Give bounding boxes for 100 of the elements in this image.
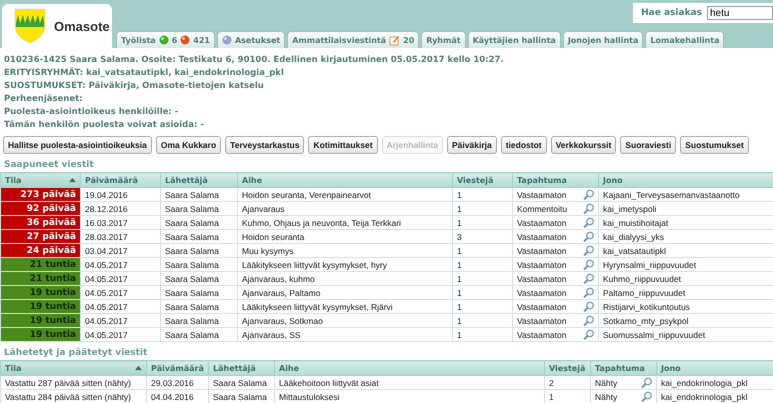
- table-cell: Ajanvaraus, kuhmo: [238, 272, 452, 286]
- table-cell: 1: [452, 216, 512, 230]
- table-cell: Vastaamaton: [517, 330, 566, 340]
- app-name: Omasote: [54, 18, 110, 34]
- table-cell: Vastaamaton: [517, 302, 566, 312]
- search-icon[interactable]: [583, 273, 594, 284]
- info-line: SUOSTUMUKSET: Päiväkirja, Omasote-tietojen katselu: [4, 80, 265, 93]
- search-icon[interactable]: [641, 377, 652, 388]
- action-button[interactable]: Verkkokurssit: [550, 136, 616, 154]
- action-button[interactable]: Suoraviesti: [620, 136, 676, 154]
- status-cell: 19 tuntia: [0, 300, 80, 314]
- table-cell: Vastaamaton: [517, 288, 566, 298]
- column-header[interactable]: Päivämäärä: [146, 360, 208, 376]
- sort-icon: [135, 365, 142, 371]
- nav-tab[interactable]: Työlista 6 421: [116, 31, 215, 48]
- status-cell: 273 päivää: [0, 188, 80, 202]
- table-cell: Ajanvaraus, Paltamo: [238, 286, 452, 300]
- info-line: 010236-1425 Saara Salama. Osoite: Testikatu 6, 90100. Edellinen kirjautuminen 05.05.2017 kello 10:27.: [4, 54, 505, 67]
- table-cell: Lääkehoitoon liittyvät asiat: [274, 376, 544, 390]
- table-cell: Saara Salama: [160, 244, 238, 258]
- action-button[interactable]: Oma Kukkaro: [156, 136, 222, 154]
- table-cell: 2: [544, 376, 590, 390]
- nav-tab[interactable]: Jonojen hallinta: [562, 31, 644, 48]
- status-cell: 36 päivää: [0, 216, 80, 230]
- column-header[interactable]: Päivämäärä: [80, 172, 160, 188]
- column-header[interactable]: Tila: [0, 172, 80, 188]
- search-icon[interactable]: [641, 391, 652, 402]
- table-cell: 04.05.2017: [80, 300, 160, 314]
- ball-icon: [180, 35, 190, 45]
- search-icon[interactable]: [583, 231, 594, 242]
- table-cell: Ajanvaraus: [238, 202, 452, 216]
- table-cell: Saara Salama: [160, 216, 238, 230]
- column-header[interactable]: Viestejä: [452, 172, 512, 188]
- table-cell: Vastaamaton: [517, 274, 566, 284]
- table-cell: Saara Salama: [160, 230, 238, 244]
- table-cell: Kommentoitu: [517, 204, 568, 214]
- status-cell: 19 tuntia: [0, 328, 80, 342]
- status-cell: 19 tuntia: [0, 286, 80, 300]
- status-cell: 27 päivää: [0, 230, 80, 244]
- table-cell: 28.03.2017: [80, 230, 160, 244]
- table-cell: 28.12.2016: [80, 202, 160, 216]
- nav-tab[interactable]: Käyttäjien hallinta: [468, 31, 561, 48]
- action-button[interactable]: Hallitse puolesta-asiointioikeuksia: [3, 136, 152, 154]
- search-icon[interactable]: [583, 329, 594, 340]
- column-header[interactable]: Lähettäjä: [160, 172, 238, 188]
- table-cell: Nähty: [595, 378, 618, 388]
- table-cell: 19.04.2016: [80, 188, 160, 202]
- search-icon[interactable]: [583, 259, 594, 270]
- status-cell: 24 päivää: [0, 244, 80, 258]
- table-cell: 1: [452, 272, 512, 286]
- column-header[interactable]: Aihe: [238, 172, 452, 188]
- search-icon[interactable]: [583, 189, 594, 200]
- column-header[interactable]: Lähettäjä: [208, 360, 274, 376]
- search-field[interactable]: hetu: [707, 6, 773, 20]
- table-cell: Saara Salama: [160, 188, 238, 202]
- table-cell: Kuhmo, Ohjaus ja neuvonta, Teija Terkkari: [238, 216, 452, 230]
- section-title: Saapuneet viestit: [3, 159, 95, 172]
- action-button[interactable]: Päiväkirja: [447, 136, 497, 154]
- table-cell: Saara Salama: [160, 258, 238, 272]
- column-header[interactable]: Jono: [656, 360, 773, 376]
- table-cell: Saara Salama: [160, 314, 238, 328]
- table-cell: 1: [452, 244, 512, 258]
- column-header[interactable]: Tila: [0, 360, 146, 376]
- search-icon[interactable]: [583, 287, 594, 298]
- column-header[interactable]: Viestejä: [544, 360, 590, 376]
- search-icon[interactable]: [583, 315, 594, 326]
- nav-tab[interactable]: Asetukset: [216, 31, 286, 48]
- table-cell: Saara Salama: [160, 286, 238, 300]
- status-cell: 21 tuntia: [0, 272, 80, 286]
- action-button[interactable]: Suostumukset: [680, 136, 749, 154]
- nav-tab[interactable]: Lomakehallinta: [645, 31, 724, 48]
- info-line: Tämän henkilön puolesta voivat asioida: -: [4, 119, 205, 132]
- action-button[interactable]: Kotimittaukset: [308, 136, 378, 154]
- action-button[interactable]: Terveystarkastus: [225, 136, 304, 154]
- search-icon[interactable]: [583, 301, 594, 312]
- table-cell: Vastaamaton: [517, 218, 566, 228]
- action-button[interactable]: tiedostot: [500, 136, 547, 154]
- table-cell: Vastaamaton: [517, 246, 566, 256]
- table-cell: 29.03.2016: [146, 376, 208, 390]
- nav-tab[interactable]: Ryhmät: [421, 31, 466, 48]
- nav-tab[interactable]: Ammattilaisviestintä 20: [287, 31, 420, 48]
- section-title: Lähetetyt ja päätetyt viestit: [3, 347, 148, 360]
- table-cell: Vastaamaton: [517, 190, 566, 200]
- table-cell: Lääkitykseen liittyvät kysymykset, Rjärvi: [238, 300, 452, 314]
- table-cell: 1: [452, 286, 512, 300]
- column-header[interactable]: Tapahtuma: [512, 172, 598, 188]
- status-cell: Vastattu 287 päivää sitten (nähty): [0, 376, 146, 390]
- ball-icon: [158, 35, 169, 45]
- search-icon[interactable]: [583, 217, 594, 228]
- table-cell: Hoidon seuranta: [238, 230, 452, 244]
- table-cell: Vastaamaton: [517, 316, 566, 326]
- column-header[interactable]: Aihe: [274, 360, 544, 376]
- table-cell: Vastaamaton: [517, 232, 566, 242]
- table-cell: Saara Salama: [160, 202, 238, 216]
- search-icon[interactable]: [583, 245, 594, 256]
- search-icon[interactable]: [583, 203, 594, 214]
- status-cell: Vastattu 284 päivää sitten (nähty): [0, 390, 146, 403]
- column-header[interactable]: Jono: [598, 172, 773, 188]
- table-cell: Lääkitykseen liittyvät kysymykset, hyry: [238, 258, 452, 272]
- column-header[interactable]: Tapahtuma: [590, 360, 656, 376]
